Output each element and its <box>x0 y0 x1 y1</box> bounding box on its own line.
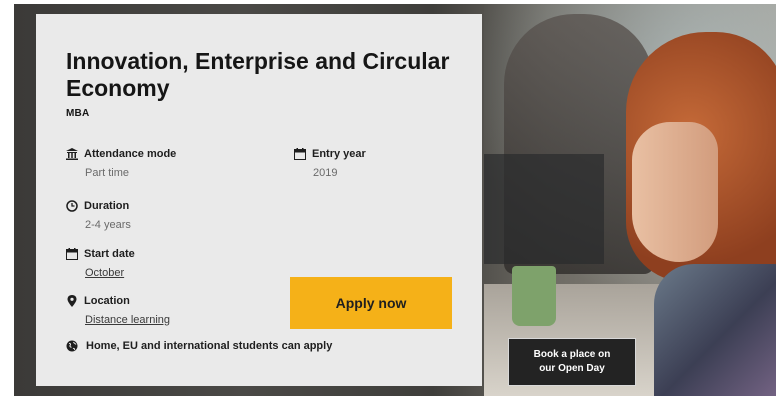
clock-icon <box>66 200 78 212</box>
attendance-mode-label: Attendance mode <box>84 148 177 160</box>
open-day-line-1: Book a place on <box>533 349 611 360</box>
course-qualification: MBA <box>66 108 90 119</box>
entry-year-label: Entry year <box>312 148 366 160</box>
eligibility-note: Home, EU and international students can … <box>66 340 332 352</box>
location-field: Location Distance learning <box>66 293 170 326</box>
hero-banner: Innovation, Enterprise and Circular Econ… <box>14 4 776 396</box>
start-date-link[interactable]: October <box>66 267 135 279</box>
entry-year-value: 2019 <box>313 167 338 179</box>
apply-now-button[interactable]: Apply now <box>290 277 452 329</box>
hero-photo-cup <box>512 266 556 326</box>
course-info-card: Innovation, Enterprise and Circular Econ… <box>36 14 482 386</box>
building-icon <box>66 148 78 160</box>
open-day-line-2: our Open Day <box>539 363 605 374</box>
eligibility-text: Home, EU and international students can … <box>86 340 333 352</box>
hero-photo-student-body <box>654 264 776 396</box>
globe-icon <box>66 340 78 352</box>
course-title: Innovation, Enterprise and Circular Econ… <box>66 48 450 101</box>
hero-photo-monitor <box>484 154 604 264</box>
attendance-mode-value: Part time <box>85 167 130 179</box>
location-link[interactable]: Distance learning <box>66 314 170 326</box>
start-date-field: Start date October <box>66 246 135 279</box>
location-label: Location <box>84 295 130 307</box>
book-open-day-button[interactable]: Book a place on our Open Day <box>508 338 636 386</box>
calendar-icon <box>294 148 306 160</box>
map-pin-icon <box>67 295 77 307</box>
duration-field: Duration 2-4 years <box>66 198 131 231</box>
attendance-mode-field: Attendance mode Part time <box>66 146 176 179</box>
entry-year-field: Entry year 2019 <box>294 146 366 179</box>
calendar-icon <box>66 248 78 260</box>
duration-label: Duration <box>84 200 130 212</box>
duration-value: 2-4 years <box>85 219 131 231</box>
start-date-label: Start date <box>84 248 135 260</box>
hero-photo-student-face <box>632 122 718 262</box>
